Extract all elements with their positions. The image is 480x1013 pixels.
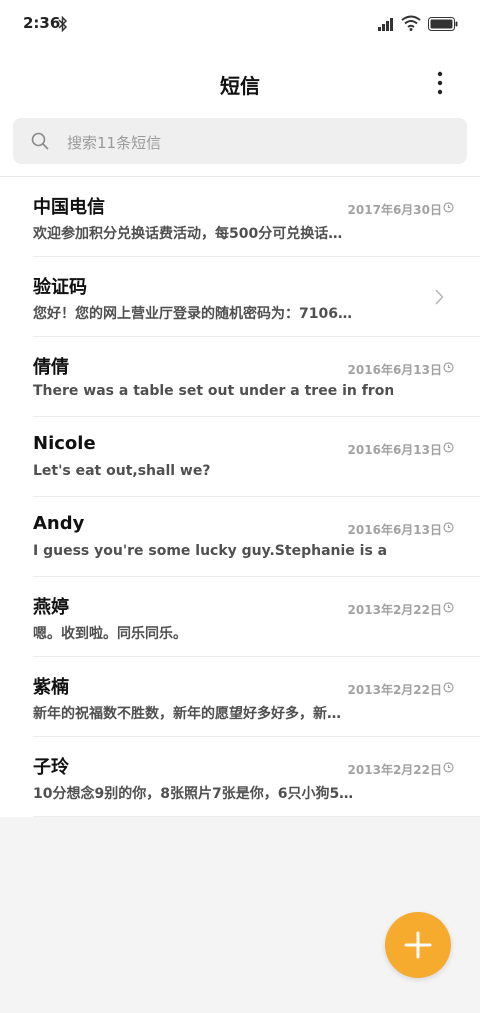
list-item[interactable]: Andy 2016年6月13日 I guess you're some luck… [0,497,480,577]
list-item[interactable]: 中国电信 2017年6月30日 欢迎参加积分兑换话费活动，每500分可兑换话… [0,177,480,257]
clock-icon [443,682,454,693]
list-item[interactable]: Nicole 2016年6月13日 Let's eat out,shall we… [0,417,480,497]
clock-icon [443,362,454,373]
list-item[interactable]: 倩倩 2016年6月13日 There was a table set out … [0,337,480,417]
search-placeholder: 搜索11条短信 [67,134,162,152]
more-vert-icon[interactable] [430,70,450,96]
clock-icon [443,442,454,453]
contact-name: 燕婷 [33,597,69,618]
messages-screen: 2:36 短信 搜索11条短信 中国电信 2017年6月30日 欢迎参加积分兑换… [0,0,480,1013]
list-item[interactable]: 验证码 您好！您的网上营业厅登录的随机密码为：7106… [0,257,480,337]
divider [33,816,480,817]
contact-name: 中国电信 [33,197,105,218]
plus-icon [404,931,432,959]
contact-name: Andy [33,513,85,534]
clock-icon [443,602,454,613]
message-preview: 欢迎参加积分兑换话费活动，每500分可兑换话… [33,226,343,242]
list-item[interactable]: 紫楠 2013年2月22日 新年的祝福数不胜数，新年的愿望好多好多，新… [0,657,480,737]
message-preview: I guess you're some lucky guy.Stephanie … [33,543,393,559]
message-preview: 嗯。收到啦。同乐同乐。 [33,626,187,642]
contact-name: 倩倩 [33,357,69,378]
bluetooth-icon [58,16,68,32]
message-date: 2016年6月13日 [347,523,442,537]
status-time: 2:36 [23,14,61,32]
contact-name: 紫楠 [33,677,69,698]
message-date: 2013年2月22日 [347,603,442,617]
contact-name: 子玲 [33,757,69,778]
contact-name: 验证码 [33,277,87,298]
clock-icon [443,762,454,773]
list-item[interactable]: 子玲 2013年2月22日 10分想念9别的你，8张照片7张是你，6只小狗5… [0,737,480,817]
message-date: 2016年6月13日 [347,443,442,457]
message-date: 2013年2月22日 [347,763,442,777]
clock-icon [443,202,454,213]
list-item[interactable]: 燕婷 2013年2月22日 嗯。收到啦。同乐同乐。 [0,577,480,657]
wifi-icon [401,15,421,31]
clock-icon [443,522,454,533]
page-title: 短信 [220,74,260,98]
message-date: 2017年6月30日 [347,203,442,217]
chevron-right-icon [435,289,444,305]
new-message-button[interactable] [385,912,451,978]
search-bar: 搜索11条短信 [0,114,480,176]
battery-icon [428,17,458,31]
message-preview: 10分想念9别的你，8张照片7张是你，6只小狗5… [33,786,354,802]
status-bar: 2:36 [0,0,480,52]
message-list: 中国电信 2017年6月30日 欢迎参加积分兑换话费活动，每500分可兑换话… … [0,177,480,817]
message-preview: There was a table set out under a tree i… [33,383,393,399]
message-preview: 新年的祝福数不胜数，新年的愿望好多好多，新… [33,706,341,722]
message-preview: 您好！您的网上营业厅登录的随机密码为：7106… [33,306,352,322]
message-date: 2016年6月13日 [347,363,442,377]
message-date: 2013年2月22日 [347,683,442,697]
message-preview: Let's eat out,shall we? [33,463,211,479]
app-header: 短信 [0,52,480,114]
contact-name: Nicole [33,433,96,454]
search-icon [31,132,49,150]
search-input[interactable]: 搜索11条短信 [13,118,467,164]
signal-icon [378,18,393,31]
